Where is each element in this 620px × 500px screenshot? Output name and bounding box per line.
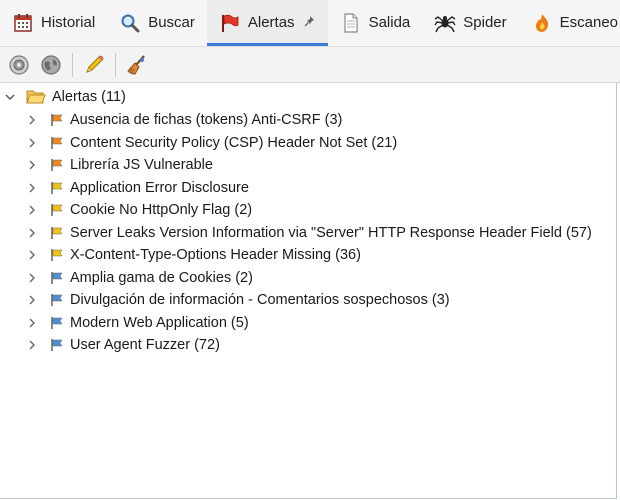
chevron-right-icon[interactable] (26, 272, 38, 284)
tree-item-label: User Agent Fuzzer (72) (70, 337, 220, 353)
tab-alertas[interactable]: Alertas (206, 0, 328, 46)
tree-item[interactable]: Amplia gama de Cookies (2) (26, 267, 253, 289)
tree-item[interactable]: X-Content-Type-Options Header Missing (3… (26, 244, 361, 266)
tab-label: Salida (368, 14, 411, 31)
toolbar-separator (115, 52, 116, 77)
chevron-right-icon[interactable] (26, 317, 38, 329)
info-risk-flag-icon (50, 271, 64, 285)
tree-item-label: Content Security Policy (CSP) Header Not… (70, 134, 398, 151)
chevron-right-icon[interactable] (26, 182, 38, 194)
toolbar-separator (72, 52, 73, 77)
info-risk-flag-icon (50, 293, 64, 307)
tree-item-label: Divulgación de información - Comentarios… (70, 292, 450, 308)
low-risk-flag-icon (50, 181, 64, 195)
tree-item-label: X-Content-Type-Options Header Missing (3… (70, 247, 361, 263)
tree-item[interactable]: Server Leaks Version Information via "Se… (26, 222, 592, 244)
alerts-toolbar (0, 47, 620, 83)
tab-historial[interactable]: Historial (0, 0, 107, 45)
chevron-right-icon[interactable] (26, 114, 38, 126)
tree-item-label: Amplia gama de Cookies (2) (70, 269, 253, 286)
low-risk-flag-icon (50, 226, 64, 240)
chevron-right-icon[interactable] (26, 249, 38, 261)
tab-escaneo[interactable]: Escaneo (519, 0, 620, 45)
chevron-right-icon[interactable] (26, 159, 38, 171)
chevron-right-icon[interactable] (26, 339, 38, 351)
medium-risk-flag-icon (50, 158, 64, 172)
tree-item-label: Cookie No HttpOnly Flag (2) (70, 202, 253, 218)
tab-buscar[interactable]: Buscar (107, 0, 207, 45)
tree-item[interactable]: Content Security Policy (CSP) Header Not… (26, 132, 397, 154)
alerts-tree-panel: Alertas (11) Ausencia de fichas (tokens)… (0, 83, 617, 499)
magnifier-icon (119, 12, 141, 34)
medium-risk-flag-icon (50, 113, 64, 127)
tree-item[interactable]: Librería JS Vulnerable (26, 154, 213, 176)
info-risk-flag-icon (50, 316, 64, 330)
tree-item[interactable]: Modern Web Application (5) (26, 312, 249, 334)
chevron-down-icon[interactable] (4, 91, 16, 103)
calendar-icon (12, 12, 34, 34)
chevron-right-icon[interactable] (26, 137, 38, 149)
tab-label: Buscar (148, 14, 195, 31)
tree-item-label: Librería JS Vulnerable (70, 157, 213, 173)
tab-spider[interactable]: Spider (422, 0, 518, 45)
tab-label: Spider (463, 14, 507, 31)
tree-item[interactable]: Divulgación de información - Comentarios… (26, 289, 450, 311)
tab-label: Alertas (247, 14, 295, 31)
flame-icon (531, 12, 553, 34)
tree-root-alertas[interactable]: Alertas (11) (4, 86, 126, 108)
tree-item[interactable]: Cookie No HttpOnly Flag (2) (26, 199, 252, 221)
tab-bar: Historial Buscar Alertas Salida Spider E… (0, 0, 620, 47)
tab-label: Escaneo (559, 14, 618, 31)
folder-open-icon (26, 89, 46, 105)
tree-item-label: Ausencia de fichas (tokens) Anti-CSRF (3… (70, 112, 343, 128)
pin-icon[interactable] (304, 14, 316, 31)
gear-icon[interactable] (6, 52, 31, 77)
tree-item-label: Server Leaks Version Information via "Se… (70, 224, 592, 241)
red-flag-icon (219, 12, 241, 34)
chevron-right-icon[interactable] (26, 204, 38, 216)
globe-icon[interactable] (38, 52, 63, 77)
tree-item[interactable]: User Agent Fuzzer (72) (26, 334, 220, 356)
chevron-right-icon[interactable] (26, 294, 38, 306)
tree-root-label: Alertas (11) (52, 89, 126, 105)
tree-item[interactable]: Ausencia de fichas (tokens) Anti-CSRF (3… (26, 109, 342, 131)
tree-item-label: Application Error Disclosure (70, 179, 249, 196)
info-risk-flag-icon (50, 338, 64, 352)
low-risk-flag-icon (50, 248, 64, 262)
document-icon (340, 12, 362, 34)
medium-risk-flag-icon (50, 136, 64, 150)
tab-salida[interactable]: Salida (328, 0, 423, 45)
tree-item[interactable]: Application Error Disclosure (26, 177, 249, 199)
tree-item-label: Modern Web Application (5) (70, 314, 249, 331)
spider-icon (434, 12, 456, 34)
broom-icon[interactable] (124, 52, 149, 77)
chevron-right-icon[interactable] (26, 227, 38, 239)
pencil-icon[interactable] (81, 52, 106, 77)
low-risk-flag-icon (50, 203, 64, 217)
tab-label: Historial (41, 14, 96, 31)
